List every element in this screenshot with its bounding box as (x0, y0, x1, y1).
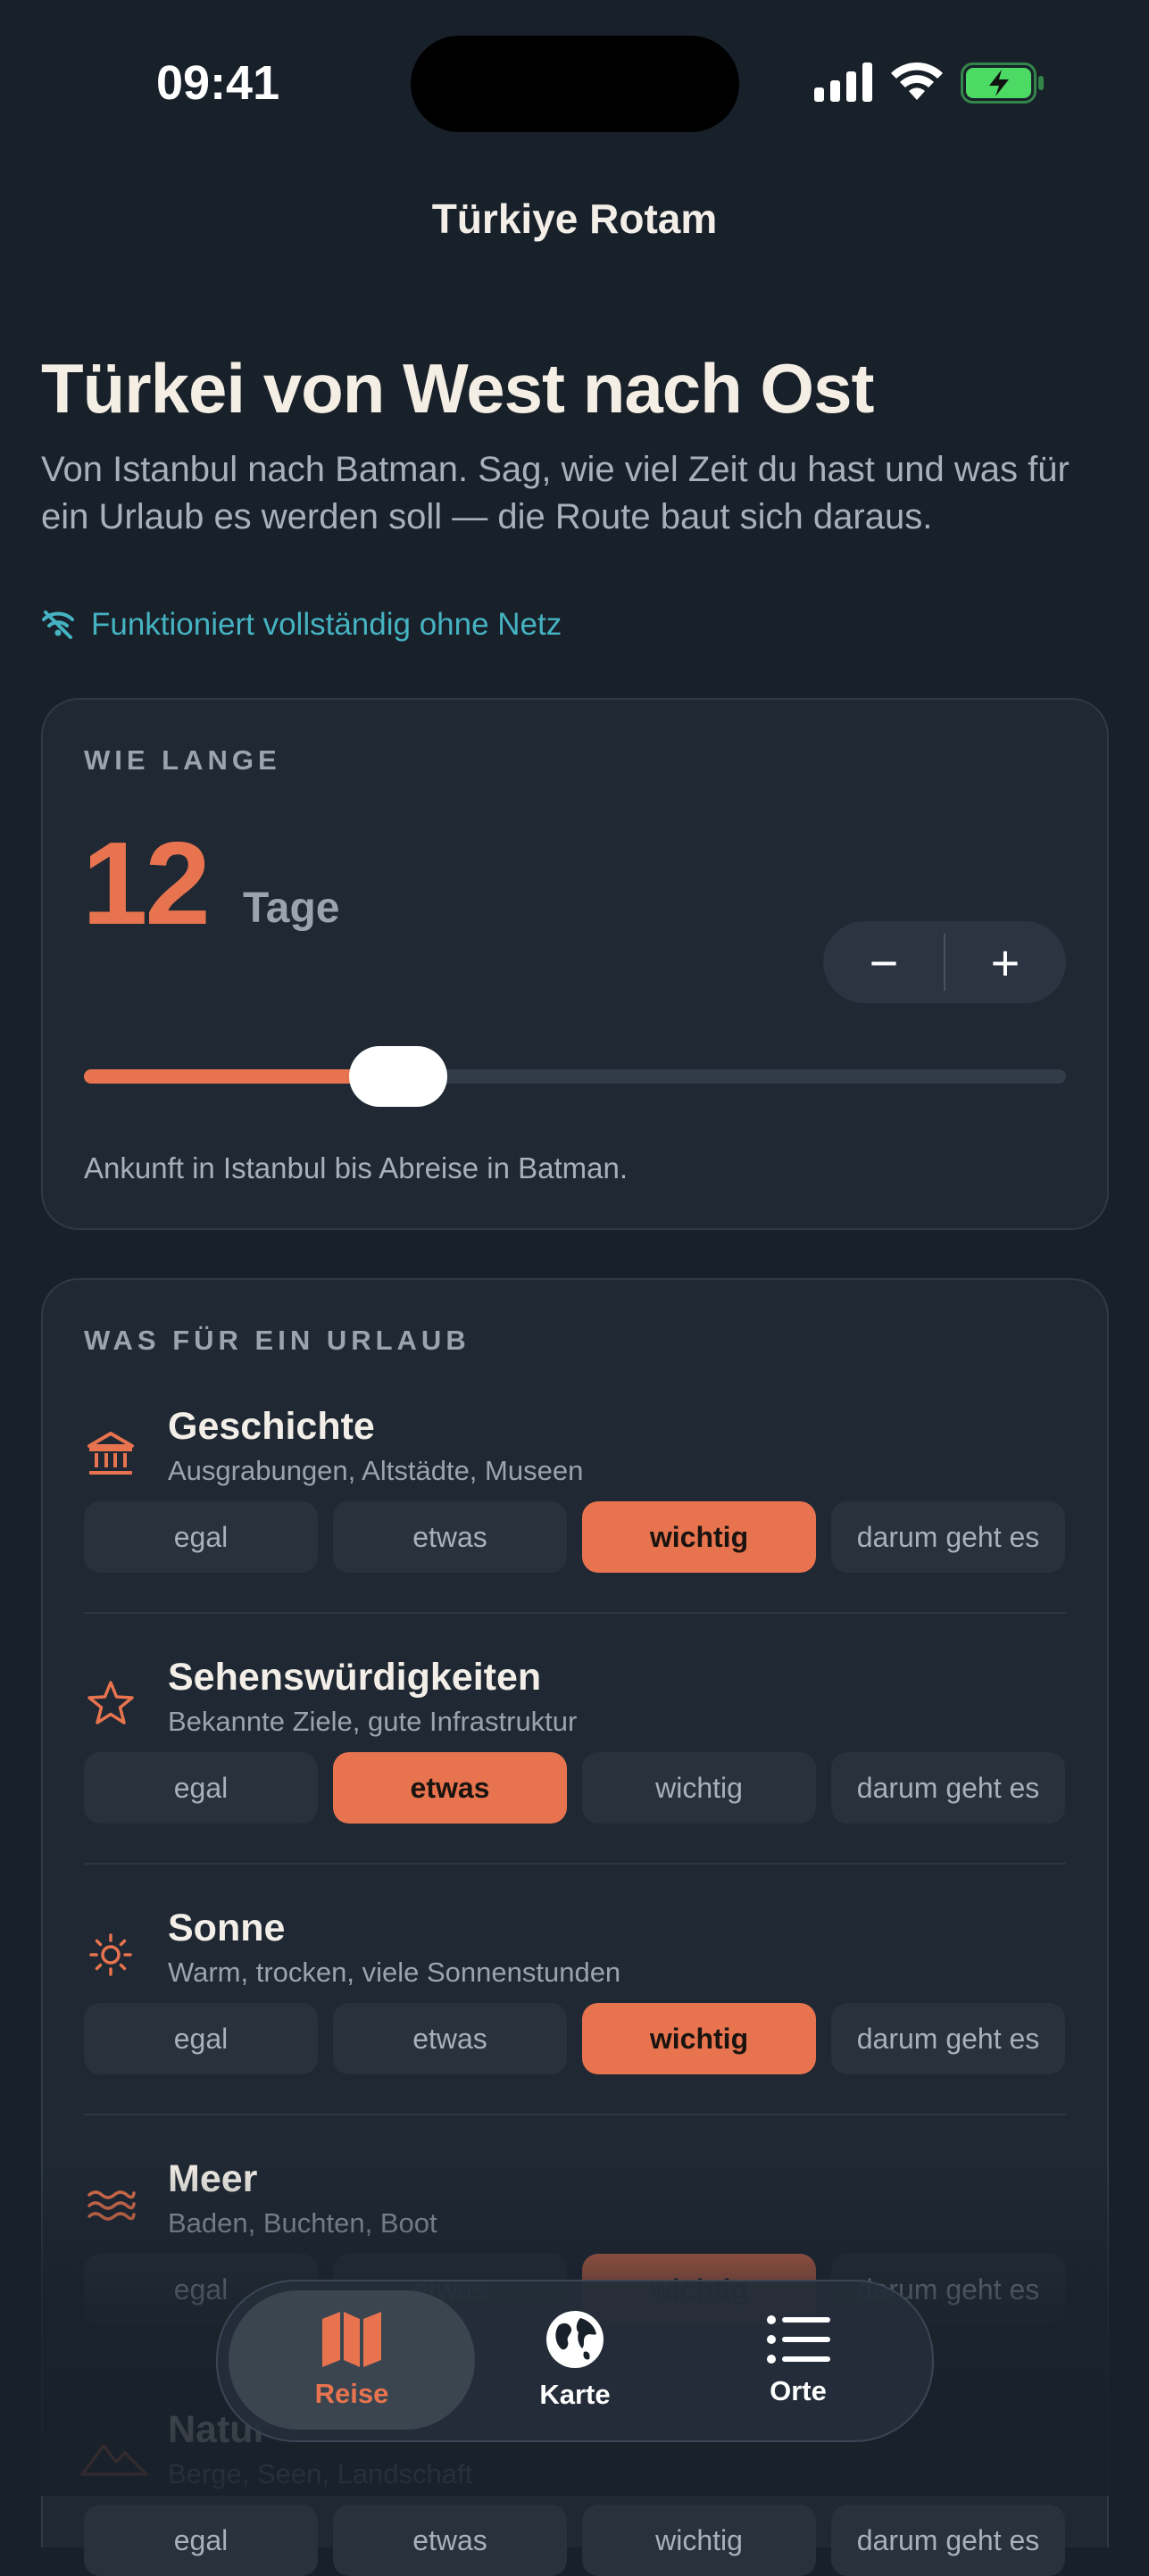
category-subtitle: Bekannte Ziele, gute Infrastruktur (168, 1706, 578, 1737)
map-icon (322, 2312, 381, 2367)
page-headline: Türkei von West nach Ost (41, 349, 874, 428)
globe-icon (546, 2311, 604, 2368)
days-unit: Tage (243, 885, 340, 932)
option-sonne-wichtig[interactable]: wichtig (582, 2003, 816, 2074)
tab-bar: Reise Karte Orte (216, 2280, 934, 2442)
option-sehensw-rdigkeiten-egal[interactable]: egal (84, 1752, 318, 1824)
tab-orte[interactable]: Orte (675, 2290, 921, 2430)
vacation-label: WAS FÜR EIN URLAUB (84, 1325, 470, 1356)
category-separator (84, 1863, 1066, 1865)
page-subtitle: Von Istanbul nach Batman. Sag, wie viel … (41, 450, 1070, 536)
dynamic-island (411, 36, 739, 132)
wifi-off-icon (42, 611, 74, 639)
option-sonne-darum-geht-es[interactable]: darum geht es (831, 2003, 1065, 2074)
days-value: 12 (82, 818, 211, 949)
option-sonne-egal[interactable]: egal (84, 2003, 318, 2074)
category-title: Geschichte (168, 1405, 375, 1448)
option-sehensw-rdigkeiten-wichtig[interactable]: wichtig (582, 1752, 816, 1824)
option-sonne-etwas[interactable]: etwas (333, 2003, 567, 2074)
days-slider-thumb[interactable] (349, 1046, 447, 1107)
battery-charging-icon (961, 62, 1044, 104)
sun-icon (84, 1928, 137, 1982)
category-subtitle: Ausgrabungen, Altstädte, Museen (168, 1455, 584, 1486)
app-title: Türkiye Rotam (431, 195, 718, 242)
tab-reise-label: Reise (314, 2378, 389, 2409)
duration-card: WIE LANGE 12 Tage − + Ankunft in Istanbu… (41, 698, 1109, 1230)
category-subtitle: Warm, trocken, viele Sonnenstunden (168, 1957, 621, 1988)
category-title: Sonne (168, 1907, 286, 1949)
list-icon (767, 2315, 830, 2364)
days-slider-track[interactable] (84, 1069, 1066, 1084)
wifi-icon (891, 62, 943, 100)
cellular-signal-icon (814, 62, 872, 102)
category-separator (84, 2114, 1066, 2115)
museum-icon (84, 1426, 137, 1480)
option-sehensw-rdigkeiten-darum-geht-es[interactable]: darum geht es (831, 1752, 1065, 1824)
tab-karte-label: Karte (539, 2379, 611, 2410)
status-time: 09:41 (156, 56, 280, 110)
tab-reise[interactable]: Reise (229, 2290, 475, 2430)
option-natur-wichtig[interactable]: wichtig (582, 2505, 816, 2576)
offline-note-text: Funktioniert vollständig ohne Netz (91, 607, 562, 642)
decrement-button[interactable]: − (823, 921, 945, 1003)
option-geschichte-wichtig[interactable]: wichtig (582, 1501, 816, 1573)
increment-button[interactable]: + (945, 921, 1066, 1003)
category-separator (84, 1612, 1066, 1614)
option-geschichte-etwas[interactable]: etwas (333, 1501, 567, 1573)
option-natur-darum-geht-es[interactable]: darum geht es (831, 2505, 1065, 2576)
option-natur-egal[interactable]: egal (84, 2505, 318, 2576)
tab-orte-label: Orte (770, 2375, 827, 2406)
option-geschichte-darum-geht-es[interactable]: darum geht es (831, 1501, 1065, 1573)
duration-note: Ankunft in Istanbul bis Abreise in Batma… (84, 1151, 629, 1184)
duration-label: WIE LANGE (84, 744, 281, 776)
days-stepper: − + (823, 921, 1066, 1003)
offline-note: Funktioniert vollständig ohne Netz (41, 607, 562, 643)
tab-karte[interactable]: Karte (452, 2290, 698, 2430)
star-icon (84, 1677, 137, 1731)
option-natur-etwas[interactable]: etwas (333, 2505, 567, 2576)
option-geschichte-egal[interactable]: egal (84, 1501, 318, 1573)
category-title: Sehenswürdigkeiten (168, 1656, 542, 1699)
option-sehensw-rdigkeiten-etwas[interactable]: etwas (333, 1752, 567, 1824)
